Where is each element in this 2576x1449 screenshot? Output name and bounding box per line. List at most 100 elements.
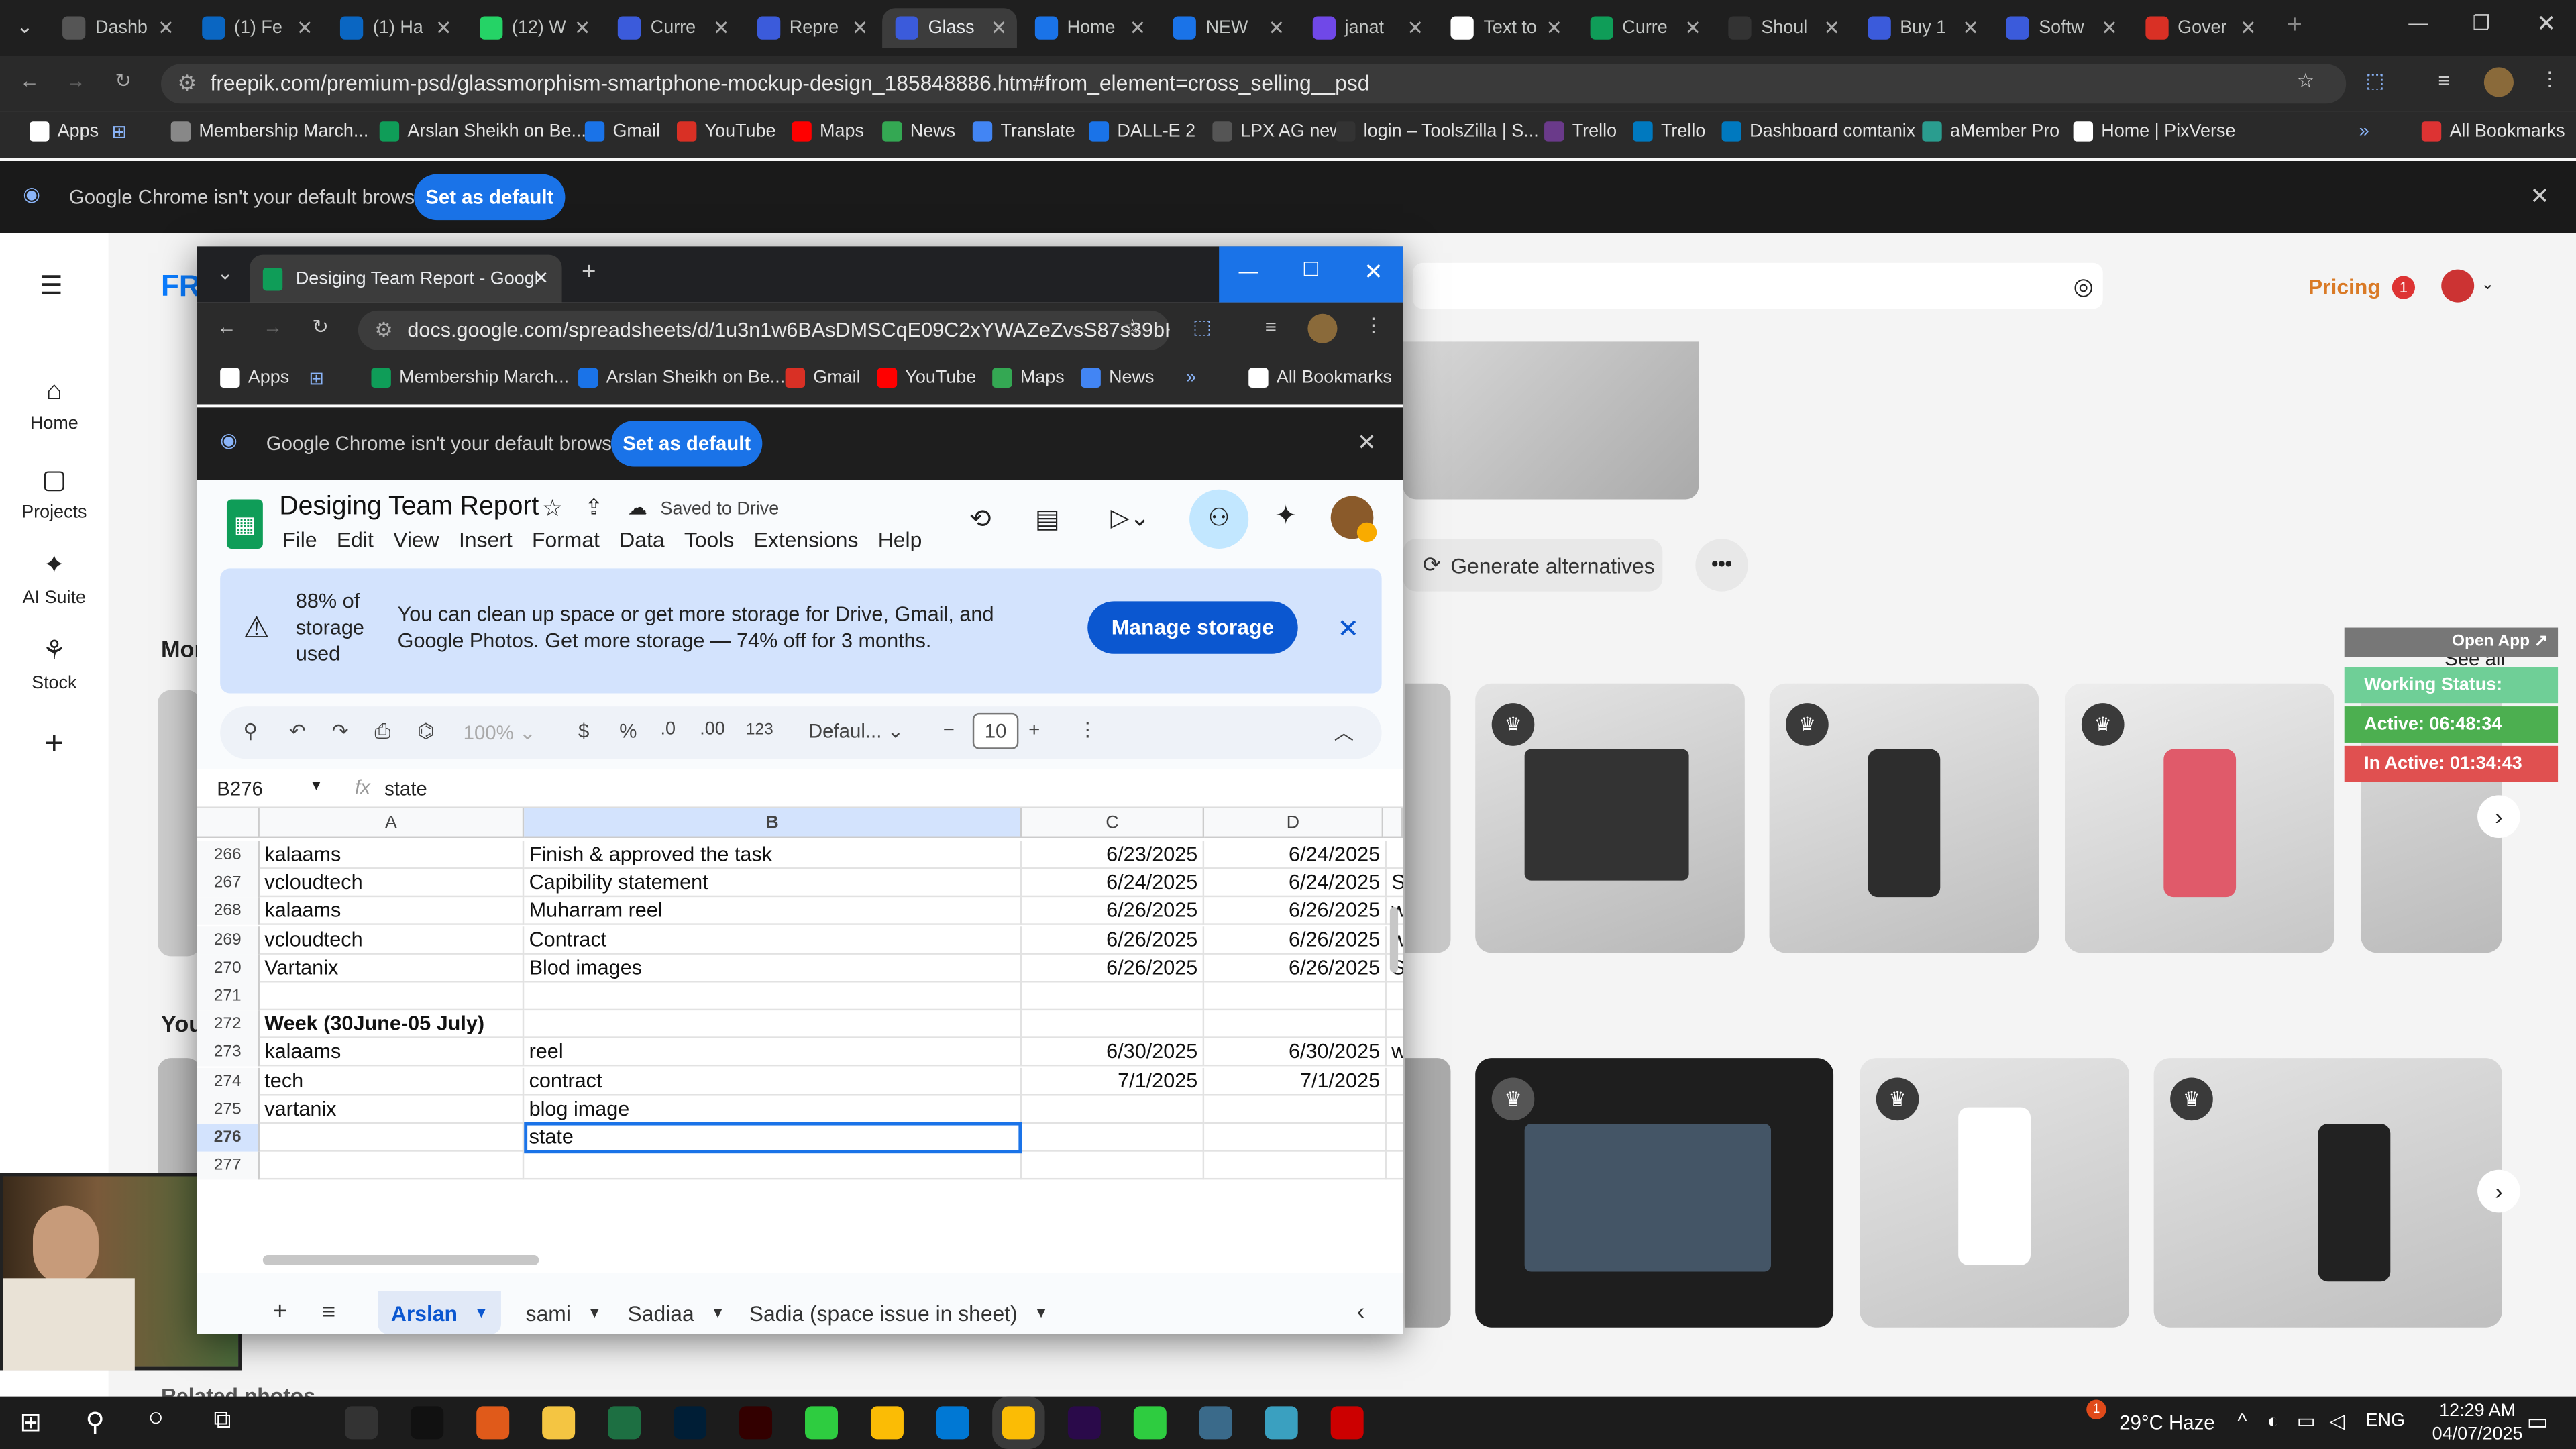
close-tab-icon[interactable]: ✕	[574, 16, 591, 39]
column-header-b[interactable]: B	[524, 808, 1022, 838]
table-row[interactable]: vcloudtechContract6/26/20256/26/2025w	[259, 926, 1403, 954]
avatar[interactable]	[2483, 67, 2514, 97]
carousel-next-icon[interactable]: ›	[2477, 1169, 2520, 1213]
notification-badge[interactable]: 1	[2392, 276, 2416, 299]
cell-b[interactable]	[524, 1152, 1022, 1180]
forward-icon[interactable]: →	[66, 69, 85, 92]
extension-icon[interactable]: ⬚	[2366, 69, 2385, 92]
apps-grid-icon[interactable]: ⊞	[309, 368, 324, 389]
cell-e[interactable]: S	[1386, 869, 1403, 898]
table-row[interactable]	[259, 1152, 1403, 1180]
cell-c[interactable]	[1022, 982, 1205, 1011]
mockup-card[interactable]: ♛	[1769, 683, 2039, 953]
table-row[interactable]: vcloudtech Capibility statement 6/24/2025 6…	[259, 869, 1403, 898]
mockup-card[interactable]: ♛	[1475, 1058, 1834, 1328]
close-tab-icon[interactable]: ✕	[2240, 16, 2257, 39]
table-row[interactable]	[259, 982, 1403, 1011]
select-all-corner[interactable]	[197, 808, 260, 838]
cell-d[interactable]: 6/24/2025	[1204, 869, 1387, 898]
vertical-scrollbar[interactable]	[1389, 906, 1399, 973]
cell-c[interactable]	[1022, 1010, 1205, 1039]
close-tab-icon[interactable]: ✕	[533, 268, 549, 289]
browser-tab[interactable]: Home ✕	[1021, 8, 1156, 48]
cell-e[interactable]	[1386, 1124, 1403, 1152]
decrease-decimal-button[interactable]: .0	[660, 720, 676, 739]
close-tab-icon[interactable]: ✕	[158, 16, 174, 39]
sheet-tab[interactable]: Sadia (space issue in sheet) ▼	[736, 1291, 1061, 1334]
mockup-card[interactable]: ♛	[2153, 1058, 2502, 1328]
menu-item-file[interactable]: File	[282, 527, 317, 552]
cell-d[interactable]	[1204, 1095, 1387, 1124]
maximize-icon[interactable]: ☐	[1295, 258, 1328, 280]
new-tab-icon[interactable]: +	[2287, 11, 2302, 41]
row-number[interactable]: 271	[197, 982, 260, 1011]
menu-item-help[interactable]: Help	[878, 527, 922, 552]
paint-format-icon[interactable]: ⌬	[417, 720, 435, 743]
cell-c[interactable]: 6/24/2025	[1022, 869, 1205, 898]
banner-close-icon[interactable]: ✕	[1337, 612, 1359, 645]
column-header-d[interactable]: D	[1204, 808, 1384, 838]
volume-icon[interactable]: ◁	[2330, 1409, 2345, 1432]
cell-c[interactable]: 7/1/2025	[1022, 1067, 1205, 1095]
table-row[interactable]: Week (30June-05 July)	[259, 1010, 1403, 1039]
row-number[interactable]: 266	[197, 841, 260, 869]
close-tab-icon[interactable]: ✕	[1823, 16, 1840, 39]
clock-date[interactable]: 04/07/2025	[2428, 1424, 2527, 1444]
cell-e[interactable]	[1386, 1095, 1403, 1124]
cell-b[interactable]	[524, 982, 1022, 1011]
phone-icon[interactable]	[805, 1406, 838, 1440]
cell-b[interactable]: blog image	[524, 1095, 1022, 1124]
tray-app-icon[interactable]: ◐	[2267, 1409, 2279, 1432]
network-icon[interactable]: ▭	[2297, 1409, 2316, 1432]
tab-search-icon[interactable]: ⌄	[16, 15, 33, 38]
tray-expand-icon[interactable]: ^	[2238, 1409, 2247, 1432]
all-sheets-icon[interactable]: ≡	[322, 1298, 335, 1324]
cell-a[interactable]: vcloudtech	[259, 869, 525, 898]
calculator-icon[interactable]	[1199, 1406, 1232, 1440]
minimize-icon[interactable]: —	[1232, 260, 1265, 282]
mockup-card[interactable]: ♛	[1475, 683, 1745, 953]
row-number[interactable]: 269	[197, 926, 260, 954]
carousel-next-icon[interactable]: ›	[2477, 795, 2520, 838]
collapse-icon[interactable]: ︿	[1334, 718, 1354, 746]
bookmark-item[interactable]: Maps	[792, 121, 864, 142]
cell-e[interactable]: w	[1386, 1039, 1403, 1067]
row-number[interactable]: 267	[197, 869, 260, 898]
bookmark-item[interactable]: DALL-E 2	[1089, 121, 1195, 142]
close-tab-icon[interactable]: ✕	[435, 16, 452, 39]
app-badge-icon[interactable]	[476, 1406, 510, 1440]
close-tab-icon[interactable]: ✕	[852, 16, 869, 39]
table-row[interactable]: kalaams Finish & approved the task 6/23/20…	[259, 841, 1403, 869]
menu-item-data[interactable]: Data	[619, 527, 664, 552]
phone-icon[interactable]	[1133, 1406, 1167, 1440]
font-size-input[interactable]: 10	[972, 712, 1019, 749]
bookmark-item[interactable]: LPX AG new	[1212, 121, 1343, 142]
generate-alternatives-button[interactable]: ⟳ Generate alternatives	[1403, 539, 1663, 592]
cell-d[interactable]: 6/26/2025	[1204, 898, 1387, 926]
cell-a[interactable]: Week (30June-05 July)	[259, 1010, 525, 1039]
bookmark-item[interactable]: Arslan Sheikh on Be...	[578, 368, 785, 388]
cell-d[interactable]: 6/30/2025	[1204, 1038, 1387, 1067]
cell-d[interactable]	[1204, 1152, 1387, 1180]
url-field[interactable]: ⚙ docs.google.com/spreadsheets/d/1u3n1w6B…	[358, 310, 1170, 350]
card-partial[interactable]	[158, 690, 201, 957]
sheets-logo-icon[interactable]: ▦	[226, 499, 263, 549]
minimize-icon[interactable]: —	[2408, 11, 2428, 34]
cell-d[interactable]: 7/1/2025	[1204, 1067, 1387, 1095]
browser-tab[interactable]: Gover ✕	[2132, 8, 2267, 48]
cell-b[interactable]: Contract	[524, 926, 1022, 954]
chrome-icon[interactable]	[870, 1406, 904, 1440]
vscode-icon[interactable]	[936, 1406, 969, 1440]
cell-a[interactable]: vartanix	[259, 1095, 525, 1124]
cell-c[interactable]	[1022, 1124, 1205, 1152]
extension-icon[interactable]: ⬚	[1193, 315, 1212, 338]
cell-c[interactable]: 6/26/2025	[1022, 954, 1205, 983]
close-tab-icon[interactable]: ✕	[713, 16, 730, 39]
name-box[interactable]: B276	[217, 777, 263, 800]
row-number[interactable]: 275	[197, 1095, 260, 1124]
browser-tab[interactable]: NEW ✕	[1160, 8, 1295, 48]
browser-tab[interactable]: Glass ✕	[882, 8, 1017, 48]
search-icon[interactable]: ⚲	[243, 720, 258, 743]
cell-b[interactable]	[524, 1010, 1022, 1039]
infobar-close-icon[interactable]: ✕	[1357, 429, 1377, 457]
